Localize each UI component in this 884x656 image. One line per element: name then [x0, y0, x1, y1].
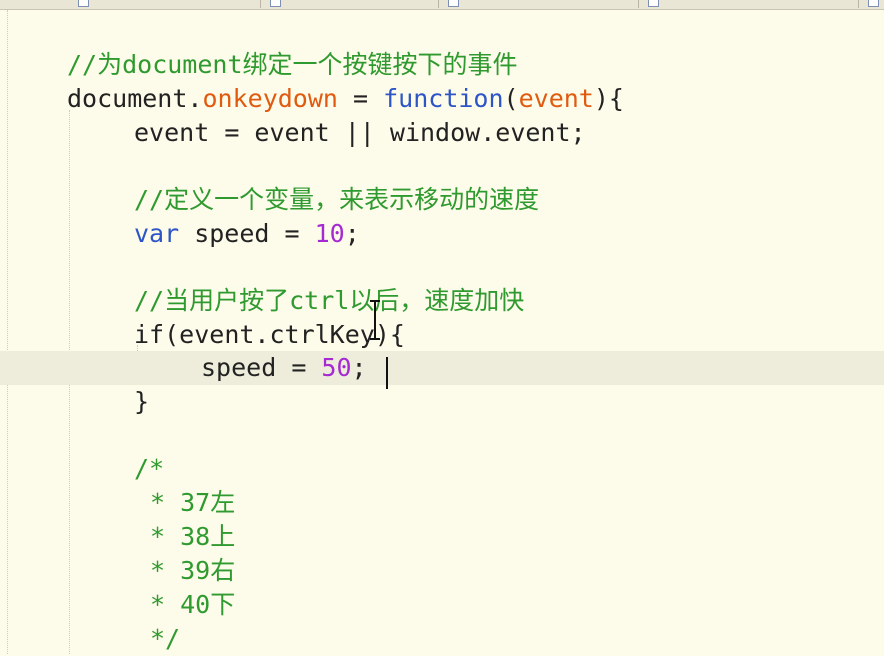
code-line-16: * 39右 — [150, 556, 236, 585]
editor-tab[interactable] — [440, 0, 639, 8]
code-editor[interactable]: //为document绑定一个按键按下的事件 document.onkeydow… — [0, 10, 884, 654]
code-line-3: event = event || window.event; — [134, 118, 586, 147]
code-line-8: //当用户按了ctrl以后，速度加快 — [0, 284, 884, 318]
comment: //当用户按了ctrl以后，速度加快 — [134, 286, 525, 315]
file-icon — [648, 0, 659, 7]
editor-tab[interactable] — [70, 0, 261, 8]
code-line-6: var speed = 10; — [134, 219, 360, 248]
code-line-10-current: speed = 50; — [0, 351, 884, 385]
text-caret — [386, 357, 388, 389]
file-icon — [270, 0, 281, 7]
editor-tab[interactable] — [860, 0, 884, 8]
code-line-13: /* — [134, 454, 165, 483]
code-line-17: * 40下 — [150, 590, 236, 619]
editor-tab-bar — [0, 0, 884, 10]
code-line-9: if(event.ctrlKey){ — [134, 320, 405, 349]
ibeam-cursor-icon — [370, 300, 380, 340]
editor-tab[interactable] — [640, 0, 859, 8]
editor-tab[interactable] — [262, 0, 439, 8]
code-line-15: * 38上 — [150, 522, 236, 551]
comment: //定义一个变量，来表示移动的速度 — [134, 185, 540, 214]
code-line-2: document.onkeydown = function(event){ — [67, 84, 624, 113]
file-icon — [448, 0, 459, 7]
code-line-1: //为document绑定一个按键按下的事件 — [0, 48, 884, 82]
code-line-11: } — [134, 387, 150, 416]
file-icon — [78, 0, 89, 7]
code-line-5: //定义一个变量，来表示移动的速度 — [0, 183, 884, 217]
file-icon — [868, 0, 879, 7]
code-line-14: * 37左 — [150, 488, 236, 517]
code-line-18: */ — [150, 624, 181, 653]
comment: //为document绑定一个按键按下的事件 — [67, 50, 518, 79]
